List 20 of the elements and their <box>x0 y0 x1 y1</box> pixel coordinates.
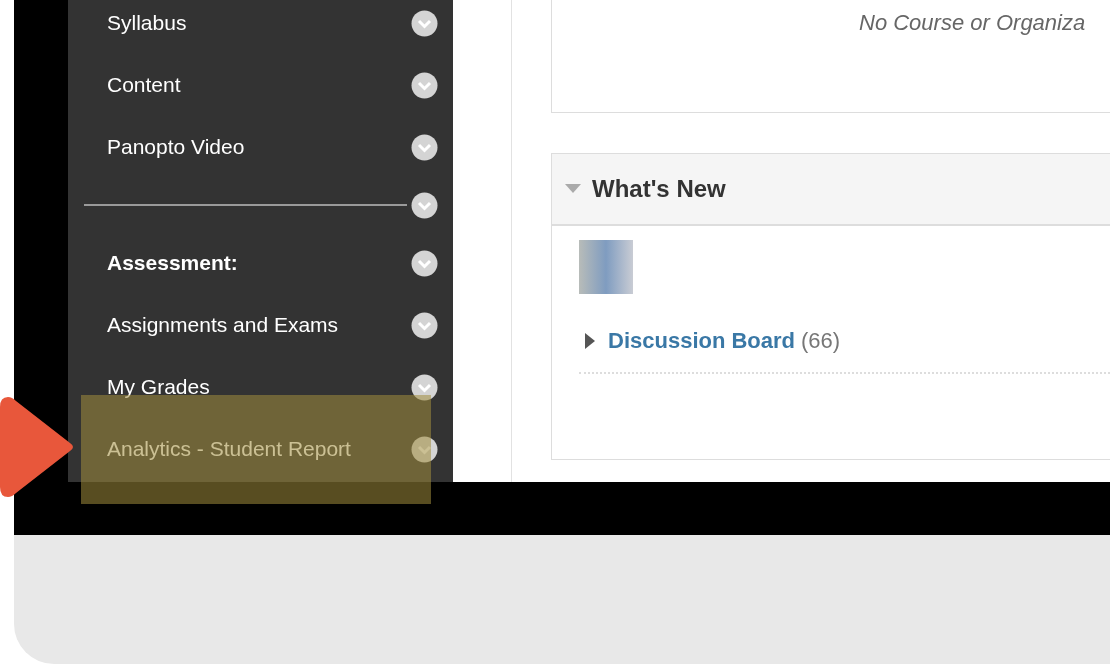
item-count: (66) <box>801 328 841 354</box>
discussion-link[interactable]: Discussion Board <box>608 328 796 354</box>
chevron-down-icon[interactable] <box>411 191 438 219</box>
expand-caret-icon[interactable] <box>584 331 596 351</box>
chevron-down-icon[interactable] <box>411 71 438 99</box>
photo-placeholder <box>579 240 633 294</box>
chevron-down-icon[interactable] <box>411 435 438 463</box>
menu-link[interactable]: Panopto Video <box>107 135 407 159</box>
menu-link[interactable]: My Grades <box>107 375 407 399</box>
empty-message: No Course or Organiza <box>859 10 1086 36</box>
panel-title: What's New <box>592 175 726 203</box>
chevron-down-icon[interactable] <box>411 373 438 401</box>
menu-link[interactable]: Syllabus <box>107 11 407 35</box>
chevron-down-icon[interactable] <box>411 133 438 161</box>
chevron-down-icon[interactable] <box>411 9 438 37</box>
menu-heading: Assessment: <box>107 251 239 275</box>
chevron-down-icon[interactable] <box>411 249 438 277</box>
chevron-down-icon[interactable] <box>411 311 438 339</box>
menu-link[interactable]: Content <box>107 73 407 97</box>
menu-link[interactable]: Assignments and Exams <box>107 313 407 337</box>
